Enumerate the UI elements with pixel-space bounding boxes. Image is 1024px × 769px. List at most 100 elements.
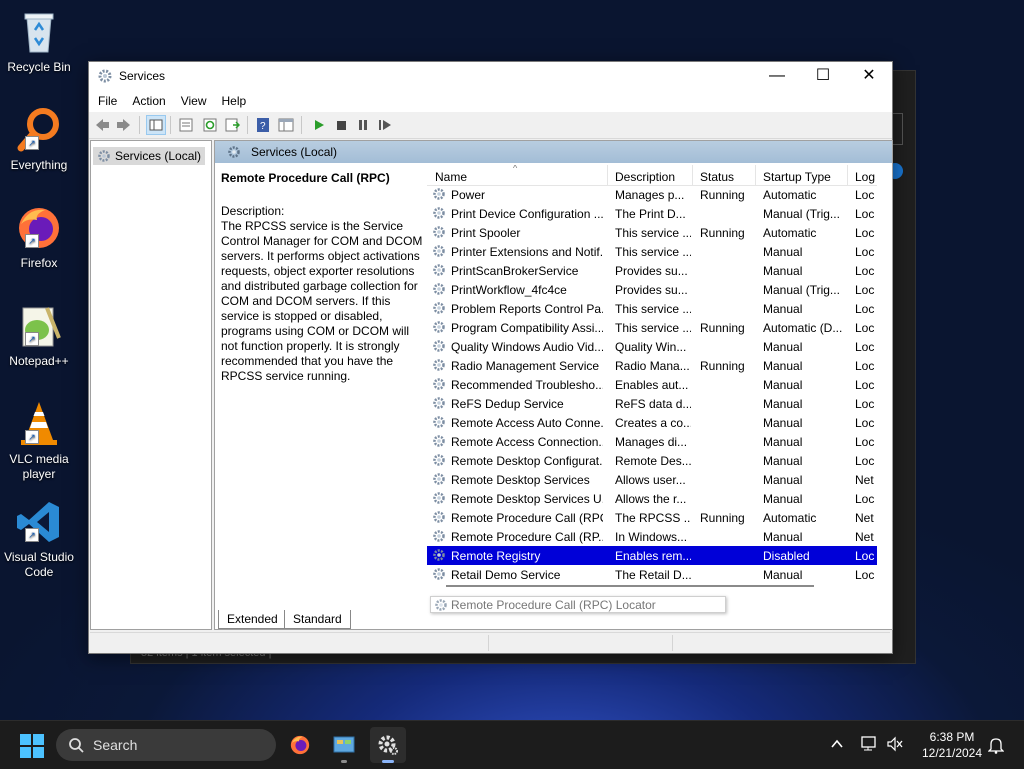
service-row[interactable]: Recommended Troublesho... Enables aut... M…	[427, 375, 877, 394]
service-row[interactable]: Remote Desktop Services Allows user... Man…	[427, 470, 877, 489]
service-row[interactable]: Remote Desktop Configurat... Remote Des..…	[427, 451, 877, 470]
taskbar-clock[interactable]: 6:38 PM 12/21/2024	[915, 729, 989, 761]
service-status: Running	[700, 226, 745, 240]
tab-standard[interactable]: Standard	[284, 610, 351, 629]
menu-view[interactable]: View	[172, 90, 213, 108]
notifications-bell-icon[interactable]	[987, 736, 1005, 757]
service-row[interactable]: Quality Windows Audio Vid... Quality Win.…	[427, 337, 877, 356]
close-button[interactable]: ✕	[846, 62, 892, 90]
export-list-icon[interactable]	[224, 117, 241, 133]
volume-muted-icon[interactable]	[886, 736, 904, 755]
clock-date: 12/21/2024	[921, 746, 983, 760]
service-gear-icon	[432, 453, 446, 467]
taskbar-services[interactable]	[370, 727, 406, 763]
service-row[interactable]: ReFS Dedup Service ReFS data d... Manual Lo…	[427, 394, 877, 413]
service-log-on-as: Loc	[855, 302, 875, 316]
stop-service-icon[interactable]	[333, 117, 349, 133]
show-hidden-icons-chevron-icon[interactable]	[830, 737, 844, 754]
services-list[interactable]: Name ^ Description Status Startup Type L…	[427, 165, 877, 581]
service-row[interactable]: Remote Registry Enables rem... Disabled Loc	[427, 546, 877, 565]
title-bar[interactable]: Services — ☐ ✕	[89, 62, 892, 90]
service-row[interactable]: Remote Procedure Call (RPC) The RPCSS ...…	[427, 508, 877, 527]
services-window[interactable]: Services — ☐ ✕ File Action View Help ? Serv…	[88, 61, 893, 654]
column-header-log-on-as[interactable]: Log	[855, 170, 875, 184]
desktop-icon-recycle-bin[interactable]: Recycle Bin	[4, 8, 74, 75]
menu-help[interactable]: Help	[213, 90, 253, 108]
service-row[interactable]: PrintScanBrokerService Provides su... Manu…	[427, 261, 877, 280]
service-row[interactable]: Print Device Configuration ... The Print …	[427, 204, 877, 223]
service-description: Enables aut...	[615, 378, 689, 392]
service-log-on-as: Loc	[855, 283, 875, 297]
service-row[interactable]: Program Compatibility Assi... This servic…	[427, 318, 877, 337]
desktop-icon-vscode[interactable]: ↗ Visual Studio Code	[4, 498, 74, 580]
service-startup-type: Manual	[763, 435, 803, 449]
console-view-icon[interactable]	[278, 117, 294, 133]
service-startup-type: Automatic	[763, 511, 817, 525]
horizontal-scrollbar-thumb[interactable]	[446, 585, 814, 587]
service-row[interactable]: Power Manages p... Running Automatic Loc	[427, 185, 877, 204]
desktop-icon-firefox[interactable]: ↗ Firefox	[4, 204, 74, 271]
service-startup-type: Manual	[763, 302, 803, 316]
service-description: This service ...	[615, 245, 691, 259]
shortcut-arrow-icon: ↗	[25, 528, 39, 542]
service-log-on-as: Net	[855, 530, 874, 544]
service-name: Remote Access Auto Conne...	[451, 416, 603, 430]
column-divider	[607, 165, 608, 185]
service-description: This service ...	[615, 226, 691, 240]
service-gear-icon	[432, 282, 446, 296]
service-name: Remote Access Connection...	[451, 435, 603, 449]
menu-file[interactable]: File	[89, 90, 123, 108]
network-icon[interactable]	[860, 736, 878, 755]
taskbar-search-box[interactable]: Search	[56, 729, 276, 761]
desktop-icon-notepad-plus-plus[interactable]: ↗ Notepad++	[4, 302, 74, 369]
horizontal-scrollbar[interactable]	[428, 583, 878, 589]
windows-start-icon[interactable]	[20, 734, 44, 758]
forward-arrow-icon[interactable]	[116, 117, 132, 133]
service-gear-icon	[432, 548, 446, 562]
service-row[interactable]: Remote Access Auto Conne... Creates a co.…	[427, 413, 877, 432]
menu-action[interactable]: Action	[123, 90, 171, 108]
service-log-on-as: Loc	[855, 416, 875, 430]
back-arrow-icon[interactable]	[94, 117, 110, 133]
tab-extended[interactable]: Extended	[218, 610, 287, 629]
properties-icon[interactable]	[178, 117, 194, 133]
service-row[interactable]: Radio Management Service Radio Mana... Run…	[427, 356, 877, 375]
restart-service-icon[interactable]	[377, 117, 393, 133]
help-icon[interactable]: ?	[255, 117, 271, 133]
service-name: Remote Desktop Configurat...	[451, 454, 603, 468]
pause-service-icon[interactable]	[355, 117, 371, 133]
description-pane: Remote Procedure Call (RPC) Description:…	[221, 171, 423, 384]
service-name: PrintScanBrokerService	[451, 264, 579, 278]
tree-node-services-local[interactable]: Services (Local)	[93, 147, 206, 165]
services-gear-icon	[378, 735, 398, 755]
running-indicator	[341, 760, 347, 763]
service-row[interactable]: Remote Procedure Call (RP... In Windows..…	[427, 527, 877, 546]
service-row[interactable]: Print Spooler This service ... Running Auto…	[427, 223, 877, 242]
service-row[interactable]: Printer Extensions and Notif... This serv…	[427, 242, 877, 261]
desktop-icon-vlc[interactable]: ↗ VLC media player	[4, 400, 74, 482]
start-service-icon[interactable]	[311, 117, 327, 133]
taskbar-control-panel[interactable]	[326, 727, 362, 763]
service-status: Running	[700, 188, 745, 202]
minimize-button[interactable]: —	[754, 62, 800, 90]
service-row[interactable]: PrintWorkflow_4fc4ce Provides su... Manual…	[427, 280, 877, 299]
service-row[interactable]: Remote Desktop Services U... Allows the r…	[427, 489, 877, 508]
service-description: Enables rem...	[615, 549, 691, 563]
column-header-status[interactable]: Status	[700, 170, 734, 184]
service-row[interactable]: Retail Demo Service The Retail D... Manual…	[427, 565, 877, 581]
service-name-tooltip: Remote Procedure Call (RPC) Locator	[430, 596, 726, 613]
service-startup-type: Automatic (D...	[763, 321, 843, 335]
service-startup-type: Automatic	[763, 188, 817, 202]
maximize-button[interactable]: ☐	[800, 62, 846, 90]
refresh-icon[interactable]	[202, 117, 218, 133]
service-row[interactable]: Remote Access Connection... Manages di...…	[427, 432, 877, 451]
column-header-description[interactable]: Description	[615, 170, 675, 184]
desktop-icon-everything[interactable]: ↗ Everything	[4, 106, 74, 173]
column-header-startup-type[interactable]: Startup Type	[763, 170, 831, 184]
column-header-name[interactable]: Name	[435, 170, 467, 184]
service-row[interactable]: Problem Reports Control Pa... This servic…	[427, 299, 877, 318]
service-description: In Windows...	[615, 530, 688, 544]
show-hide-console-tree-icon[interactable]	[146, 115, 166, 135]
notepad-plus-plus-icon: ↗	[15, 302, 63, 350]
taskbar-firefox[interactable]	[282, 727, 318, 763]
